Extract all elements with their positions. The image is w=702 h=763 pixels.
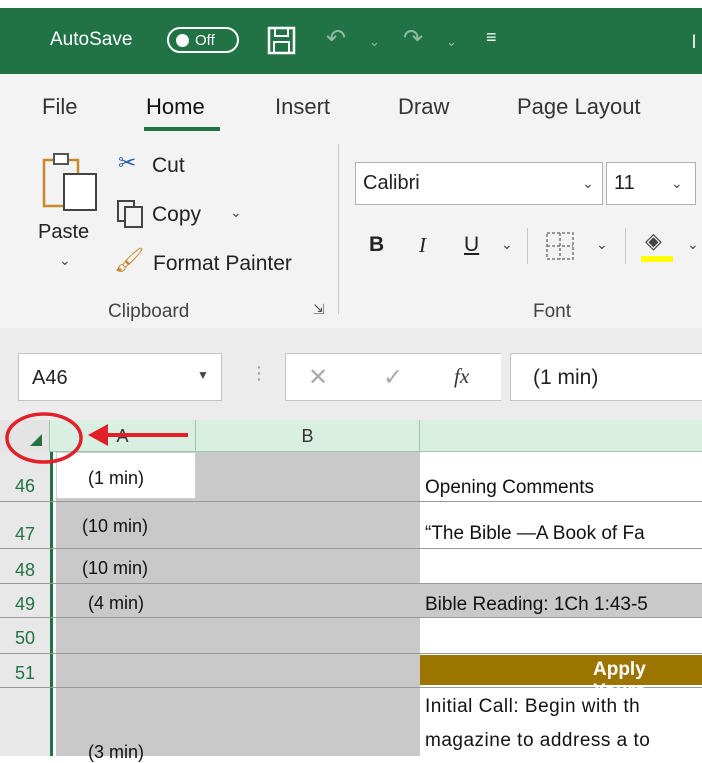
font-name-box[interactable]: Calibri ⌄ [355, 162, 603, 205]
formula-value: (1 min) [533, 366, 599, 389]
undo-dropdown-icon[interactable]: ⌄ [369, 34, 380, 50]
scissors-icon[interactable]: ✂ [118, 150, 136, 176]
underline-dropdown-icon[interactable]: ⌄ [501, 236, 513, 253]
paste-dropdown-icon[interactable]: ⌄ [59, 252, 71, 269]
row-header-51[interactable]: 51 [0, 663, 50, 684]
cut-button[interactable]: Cut [152, 154, 185, 178]
tab-insert[interactable]: Insert [275, 94, 330, 120]
annotation-overlay [5, 412, 188, 464]
top-strip [0, 0, 702, 8]
borders-dropdown-icon[interactable]: ⌄ [596, 236, 608, 253]
cell-c-initial-call[interactable]: Initial Call: Begin with th [425, 696, 640, 718]
cell-c46[interactable]: Opening Comments [425, 477, 594, 499]
autosave-state: Off [195, 32, 215, 49]
cell-a46[interactable]: (1 min) [88, 468, 144, 489]
redo-icon[interactable]: ↷ [403, 24, 423, 53]
row-header-47[interactable]: 47 [0, 524, 50, 545]
format-painter-icon[interactable]: 🖌 [114, 246, 144, 275]
paste-icon[interactable] [40, 150, 100, 214]
annotation-arrow-head [88, 424, 108, 446]
autosave-label: AutoSave [50, 29, 133, 50]
formula-bar-splitter[interactable]: ⋮ [250, 363, 268, 384]
clipboard-group-label: Clipboard [108, 301, 190, 322]
cell-c-magazine[interactable]: magazine to address a to [425, 730, 650, 752]
font-name-dropdown-icon[interactable]: ⌄ [582, 175, 594, 192]
fill-color-dropdown-icon[interactable]: ⌄ [687, 236, 699, 253]
formula-buttons: ✕ ✓ fx [285, 353, 501, 401]
name-box-dropdown-icon[interactable]: ▼ [197, 368, 209, 382]
font-size-value: 11 [614, 172, 635, 194]
window-title: l [692, 32, 696, 52]
row-header-48[interactable]: 48 [0, 560, 50, 581]
cell-a-bottom[interactable]: (3 min) [88, 742, 144, 763]
cell-c49[interactable]: Bible Reading: 1Ch 1:43-5 [425, 594, 648, 616]
column-header-b[interactable]: B [196, 420, 420, 452]
separator [625, 228, 626, 264]
row-header-46[interactable]: 46 [0, 476, 50, 497]
cancel-icon[interactable]: ✕ [308, 363, 328, 392]
save-icon[interactable] [266, 25, 298, 57]
formula-input[interactable]: (1 min) [510, 353, 702, 401]
group-divider [338, 144, 339, 314]
format-painter-button[interactable]: Format Painter [153, 252, 292, 276]
annotation-circle [5, 412, 83, 464]
row-divider [0, 617, 702, 618]
italic-button[interactable]: I [419, 233, 426, 258]
row-divider [0, 653, 702, 654]
toggle-knob [176, 34, 189, 47]
cell-c47[interactable]: “The Bible —A Book of Fa [425, 523, 645, 545]
underline-button[interactable]: U [464, 233, 479, 257]
cell-a48[interactable]: (10 min) [82, 558, 148, 579]
copy-dropdown-icon[interactable]: ⌄ [230, 204, 242, 221]
paste-label[interactable]: Paste [38, 221, 89, 244]
redo-dropdown-icon[interactable]: ⌄ [446, 34, 457, 50]
row-divider [0, 501, 702, 502]
insert-function-icon[interactable]: fx [454, 364, 469, 389]
font-group-label: Font [533, 301, 572, 322]
enter-icon[interactable]: ✓ [383, 363, 403, 392]
selection-border [50, 452, 53, 756]
row-header-49[interactable]: 49 [0, 594, 50, 615]
font-size-box[interactable]: 11 ⌄ [606, 162, 696, 205]
fill-color-icon[interactable]: ◈ [645, 228, 662, 254]
font-name-value: Calibri [363, 172, 420, 194]
customize-qat-icon[interactable]: ≡ [486, 27, 497, 48]
copy-icon[interactable] [115, 198, 147, 230]
tab-page-layout[interactable]: Page Layout [517, 94, 641, 120]
tab-home[interactable]: Home [146, 94, 205, 120]
separator [527, 228, 528, 264]
bold-button[interactable]: B [369, 233, 384, 257]
row-divider [0, 583, 702, 584]
copy-button[interactable]: Copy [152, 203, 201, 227]
cell-a49[interactable]: (4 min) [88, 593, 144, 614]
cell-a47[interactable]: (10 min) [82, 516, 148, 537]
row-divider [0, 548, 702, 549]
autosave-toggle[interactable]: Off [167, 27, 239, 53]
undo-icon[interactable]: ↶ [326, 24, 346, 53]
dialog-launcher-icon[interactable]: ⇲ [313, 301, 325, 318]
row-header-50[interactable]: 50 [0, 628, 50, 649]
fill-color-swatch [641, 256, 673, 262]
borders-icon[interactable] [544, 230, 580, 262]
name-box-value: A46 [32, 367, 68, 389]
tab-file[interactable]: File [42, 94, 77, 120]
tab-draw[interactable]: Draw [398, 94, 449, 120]
name-box[interactable]: A46 ▼ [18, 353, 222, 401]
active-tab-indicator [144, 127, 220, 131]
font-size-dropdown-icon[interactable]: ⌄ [671, 175, 683, 192]
